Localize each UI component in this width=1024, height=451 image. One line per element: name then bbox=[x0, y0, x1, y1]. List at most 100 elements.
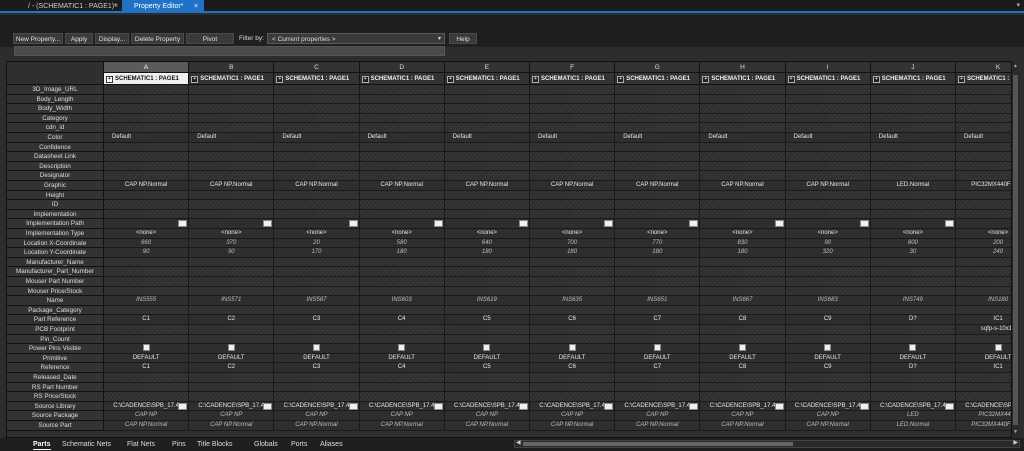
grid-cell[interactable] bbox=[359, 382, 445, 393]
grid-cell[interactable]: C2 bbox=[189, 315, 275, 325]
checkbox[interactable] bbox=[178, 220, 188, 228]
grid-cell[interactable]: CAP NP.Normal bbox=[104, 421, 190, 431]
tab-schematic-page[interactable]: / - (SCHEMATIC1 : PAGE1)* × bbox=[0, 0, 122, 13]
grid-cell[interactable] bbox=[700, 104, 786, 114]
browse-button[interactable] bbox=[604, 402, 614, 410]
grid-cell[interactable]: 640 bbox=[444, 238, 530, 249]
grid-cell[interactable] bbox=[359, 104, 445, 114]
grid-cell[interactable]: Default bbox=[956, 133, 1018, 143]
grid-cell[interactable] bbox=[956, 161, 1018, 172]
grid-cell[interactable] bbox=[274, 392, 360, 402]
grid-cell[interactable] bbox=[104, 200, 190, 210]
grid-cell[interactable] bbox=[444, 267, 530, 277]
grid-cell[interactable]: C:\CADENCE\SPB_17.4 bbox=[274, 401, 360, 412]
grid-cell[interactable]: C4 bbox=[359, 363, 445, 373]
grid-cell[interactable] bbox=[700, 325, 786, 335]
scrollbar-thumb[interactable] bbox=[1013, 75, 1018, 425]
grid-cell[interactable] bbox=[444, 161, 530, 172]
checkbox[interactable] bbox=[653, 344, 661, 352]
grid-cell[interactable]: 90 bbox=[104, 248, 190, 258]
grid-cell[interactable] bbox=[189, 142, 275, 153]
grid-cell[interactable]: 180 bbox=[700, 248, 786, 258]
column-subheader[interactable]: +SCHEMATIC1 : PAGE1 bbox=[104, 73, 190, 85]
grid-cell[interactable]: LED.Normal bbox=[870, 421, 956, 431]
grid-cell[interactable] bbox=[359, 152, 445, 162]
grid-cell[interactable]: CAP NP.Normal bbox=[530, 421, 616, 431]
grid-cell[interactable] bbox=[104, 142, 190, 153]
grid-cell[interactable] bbox=[615, 305, 701, 316]
grid-cell[interactable] bbox=[870, 286, 956, 297]
grid-cell[interactable] bbox=[530, 267, 616, 277]
grid-cell[interactable] bbox=[700, 190, 786, 201]
grid-cell[interactable] bbox=[104, 219, 190, 229]
expand-icon[interactable]: + bbox=[787, 76, 795, 83]
grid-cell[interactable] bbox=[444, 334, 530, 345]
grid-cell[interactable] bbox=[700, 277, 786, 287]
grid-cell[interactable]: INS619 bbox=[444, 296, 530, 306]
grid-cell[interactable] bbox=[444, 171, 530, 181]
grid-cell[interactable] bbox=[189, 286, 275, 297]
grid-cell[interactable] bbox=[274, 257, 360, 268]
grid-cell[interactable] bbox=[615, 161, 701, 172]
browse-button[interactable] bbox=[518, 402, 528, 410]
checkbox[interactable] bbox=[859, 220, 869, 228]
grid-cell[interactable] bbox=[956, 209, 1018, 220]
grid-cell[interactable] bbox=[956, 219, 1018, 229]
grid-cell[interactable]: CAP NP bbox=[615, 411, 701, 421]
tab-ports[interactable]: Ports bbox=[291, 439, 307, 450]
grid-cell[interactable] bbox=[956, 85, 1018, 95]
grid-cell[interactable] bbox=[274, 305, 360, 316]
grid-cell[interactable] bbox=[785, 161, 871, 172]
grid-cell[interactable] bbox=[274, 152, 360, 162]
grid-cell[interactable]: CAP NP bbox=[359, 411, 445, 421]
grid-cell[interactable]: C5 bbox=[444, 363, 530, 373]
grid-cell[interactable] bbox=[615, 85, 701, 95]
grid-cell[interactable] bbox=[956, 305, 1018, 316]
tab-aliases[interactable]: Aliases bbox=[320, 439, 343, 450]
grid-cell[interactable]: INS635 bbox=[530, 296, 616, 306]
browse-button[interactable] bbox=[944, 402, 954, 410]
expand-icon[interactable]: + bbox=[191, 76, 199, 83]
grid-cell[interactable] bbox=[785, 257, 871, 268]
grid-cell[interactable] bbox=[530, 142, 616, 153]
column-header-f[interactable]: F bbox=[530, 62, 616, 73]
apply-button[interactable]: Apply bbox=[65, 33, 93, 44]
grid-cell[interactable] bbox=[359, 344, 445, 354]
grid-cell[interactable] bbox=[870, 161, 956, 172]
grid-cell[interactable] bbox=[700, 382, 786, 393]
grid-cell[interactable] bbox=[700, 142, 786, 153]
grid-cell[interactable] bbox=[104, 373, 190, 383]
grid-cell[interactable]: C7 bbox=[615, 315, 701, 325]
grid-cell[interactable] bbox=[530, 325, 616, 335]
grid-cell[interactable] bbox=[189, 113, 275, 124]
grid-cell[interactable] bbox=[444, 85, 530, 95]
grid-cell[interactable] bbox=[870, 113, 956, 124]
grid-cell[interactable] bbox=[104, 257, 190, 268]
grid-cell[interactable] bbox=[359, 200, 445, 210]
grid-cell[interactable] bbox=[615, 382, 701, 393]
grid-cell[interactable] bbox=[189, 161, 275, 172]
grid-cell[interactable] bbox=[530, 219, 616, 229]
grid-cell[interactable]: <none> bbox=[700, 229, 786, 239]
grid-cell[interactable]: Default bbox=[274, 133, 360, 143]
grid-cell[interactable] bbox=[785, 200, 871, 210]
grid-cell[interactable] bbox=[189, 94, 275, 105]
checkbox[interactable] bbox=[738, 344, 746, 352]
expand-icon[interactable]: + bbox=[617, 76, 625, 83]
grid-cell[interactable]: C:\CADENCE\SPB_17.4 bbox=[700, 401, 786, 412]
grid-cell[interactable]: <none> bbox=[785, 229, 871, 239]
grid-cell[interactable] bbox=[274, 277, 360, 287]
grid-cell[interactable] bbox=[870, 152, 956, 162]
checkbox[interactable] bbox=[433, 220, 443, 228]
grid-cell[interactable]: Default bbox=[870, 133, 956, 143]
grid-cell[interactable] bbox=[104, 334, 190, 345]
grid-cell[interactable]: INS749 bbox=[870, 296, 956, 306]
grid-cell[interactable] bbox=[189, 267, 275, 277]
grid-cell[interactable] bbox=[956, 392, 1018, 402]
grid-cell[interactable]: INS651 bbox=[615, 296, 701, 306]
grid-cell[interactable]: IC1 bbox=[956, 315, 1018, 325]
grid-cell[interactable] bbox=[700, 200, 786, 210]
grid-cell[interactable] bbox=[189, 325, 275, 335]
grid-cell[interactable] bbox=[615, 277, 701, 287]
grid-cell[interactable] bbox=[274, 85, 360, 95]
